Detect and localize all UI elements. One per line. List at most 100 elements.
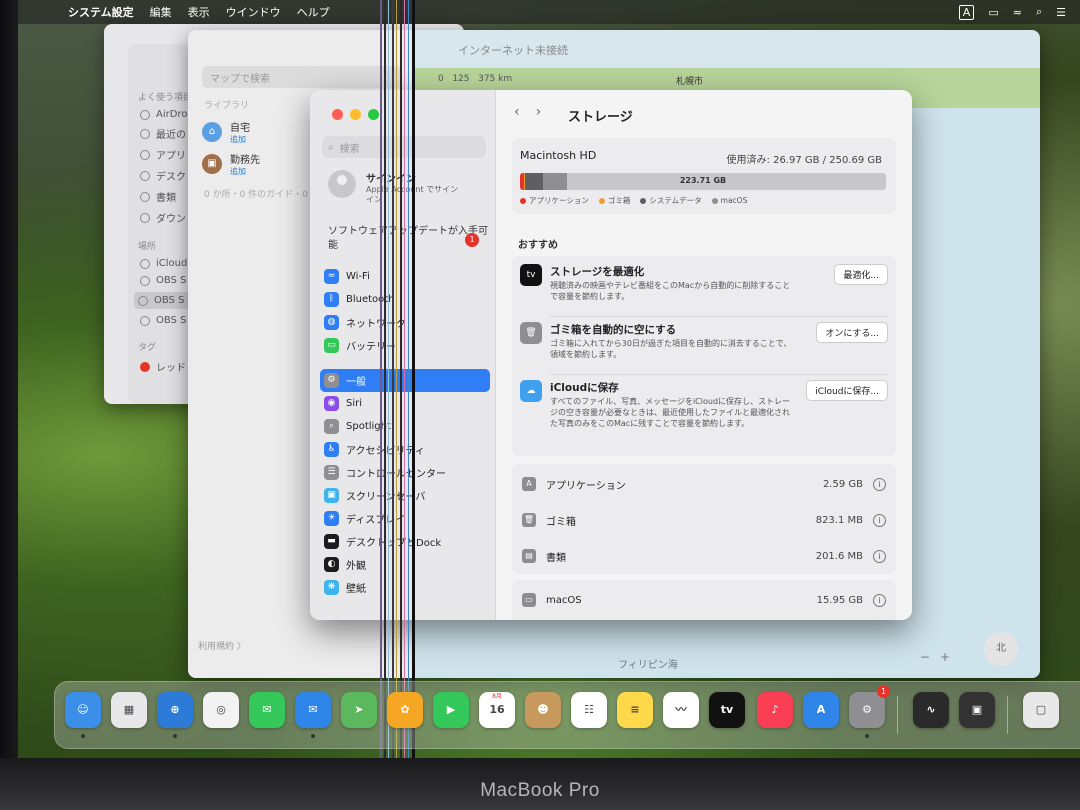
- zoom-out-button[interactable]: −: [920, 650, 930, 664]
- sidebar-item[interactable]: ◐ 外観: [320, 553, 490, 576]
- search-icon: ⌕: [328, 141, 334, 153]
- laptop-brand-label: MacBook Pro: [480, 780, 600, 801]
- sidebar-item[interactable]: ≈ Wi-Fi: [320, 265, 490, 288]
- tv-app-icon[interactable]: tv: [709, 692, 745, 728]
- photos-app-icon[interactable]: ✿: [387, 692, 423, 728]
- photo-booth-app-icon[interactable]: ▣: [959, 692, 995, 728]
- sidebar-item[interactable]: ▣スクリーンセーバ: [320, 484, 490, 507]
- recents-icon: [140, 128, 150, 139]
- recommendation-button[interactable]: オンにする...: [816, 322, 888, 343]
- display-glitch-line: [408, 0, 409, 758]
- display-glitch-line: [396, 0, 397, 758]
- sidebar-item[interactable]: ▬デスクトップとDock: [320, 530, 490, 553]
- category-size: 15.95 GB: [816, 594, 863, 606]
- recommendation-title: iCloudに保存: [550, 382, 619, 394]
- mail-app-icon[interactable]: ✉: [295, 692, 331, 728]
- launchpad-app-icon[interactable]: ▦: [111, 692, 147, 728]
- documents-app-icon[interactable]: ▢: [1023, 692, 1059, 728]
- messages-app-icon[interactable]: ✉: [249, 692, 285, 728]
- apple-tv-icon: tv: [520, 264, 542, 286]
- menu-view[interactable]: 表示: [188, 4, 210, 20]
- category-size: 823.1 MB: [815, 514, 863, 526]
- sidebar-item[interactable]: ⚙ 一般: [320, 369, 490, 392]
- running-indicator: [173, 734, 177, 738]
- maps-search-input[interactable]: マップで検索: [202, 66, 402, 88]
- wifi-icon[interactable]: ≈: [1013, 6, 1022, 19]
- legend-dot: [711, 197, 718, 204]
- menu-help[interactable]: ヘルプ: [297, 4, 330, 20]
- reminders-app-icon[interactable]: ☷: [571, 692, 607, 728]
- safari-app-icon[interactable]: ⊕: [157, 692, 193, 728]
- sidebar-item-label: 壁紙: [346, 584, 366, 595]
- menu-window[interactable]: ウインドウ: [226, 4, 281, 20]
- contacts-app-icon[interactable]: ☻: [525, 692, 561, 728]
- sidebar-item[interactable]: ⌕ Spotlight: [320, 415, 490, 438]
- battery-icon[interactable]: ▭: [988, 6, 998, 19]
- freeform-app-icon[interactable]: 〰: [663, 692, 699, 728]
- display-glitch-line: [388, 0, 389, 758]
- downloads-icon: [140, 212, 150, 223]
- zoom-button[interactable]: [368, 109, 379, 120]
- control-center-icon[interactable]: ☰: [1056, 6, 1066, 19]
- info-icon[interactable]: i: [873, 593, 886, 607]
- storage-category-row[interactable]: A アプリケーション 2.59 GB i: [522, 472, 886, 496]
- documents-icon: ▤: [522, 549, 536, 563]
- recommendation-button[interactable]: iCloudに保存...: [806, 380, 888, 401]
- network-icon: ◍: [324, 315, 339, 330]
- avatar: [328, 170, 356, 198]
- settings-content: ‹ › ストレージ Macintosh HD 使用済み: 26.97 GB / …: [496, 90, 912, 620]
- sidebar-item[interactable]: ☀ ディスプレイ: [320, 507, 490, 530]
- divider: [550, 316, 888, 317]
- info-icon[interactable]: i: [873, 477, 886, 491]
- running-indicator: [81, 734, 85, 738]
- system-settings-app-icon[interactable]: ⚙: [849, 692, 885, 728]
- forward-button[interactable]: ›: [536, 104, 542, 120]
- categories-card-macos: ▭ macOS 15.95 GB i: [512, 580, 896, 620]
- search-icon[interactable]: ⌕: [1036, 5, 1042, 19]
- finder-app-icon[interactable]: ☺: [65, 692, 101, 728]
- info-icon[interactable]: i: [873, 513, 886, 527]
- trash-icon: 🗑: [522, 513, 536, 527]
- zoom-in-button[interactable]: +: [940, 650, 950, 664]
- recommendation-button[interactable]: 最適化...: [834, 264, 888, 285]
- compass-button[interactable]: 北: [984, 632, 1018, 666]
- sidebar-item[interactable]: ᛒ Bluetooth: [320, 288, 490, 311]
- account-signin[interactable]: サインイン Apple Account でサインイン: [328, 170, 466, 205]
- icloud-icon: ☁: [520, 380, 542, 402]
- recommendations-heading: おすすめ: [518, 240, 558, 251]
- info-icon[interactable]: i: [873, 549, 886, 563]
- calendar-month-label: 8月: [492, 693, 502, 700]
- category-name: ゴミ箱: [546, 516, 576, 528]
- display-glitch-line: [404, 0, 405, 758]
- sidebar-item[interactable]: ◍ ネットワーク: [320, 311, 490, 334]
- sidebar-item[interactable]: ♿アクセシビリティ: [320, 438, 490, 461]
- map-scale: 0 125 375 km: [438, 74, 513, 84]
- close-button[interactable]: [332, 109, 343, 120]
- legend-dot: [598, 197, 605, 204]
- storage-category-row[interactable]: ▭ macOS 15.95 GB i: [522, 588, 886, 612]
- siri-icon: ◉: [324, 396, 339, 411]
- storage-category-row[interactable]: ▤ 書類 201.6 MB i: [522, 544, 886, 568]
- map-city-label: 札幌市: [676, 77, 704, 87]
- sidebar-item[interactable]: ❋ 壁紙: [320, 576, 490, 599]
- recommendation-description: ゴミ箱に入れてから30日が過ぎた項目を自動的に消去することで、領域を節約します。: [550, 339, 792, 359]
- storage-category-row[interactable]: 🗑 ゴミ箱 823.1 MB i: [522, 508, 886, 532]
- icloud-icon: [140, 258, 150, 269]
- maps-app-icon[interactable]: ➤: [341, 692, 377, 728]
- maps-terms-link[interactable]: 利用規約 〉: [198, 639, 246, 652]
- sidebar-item[interactable]: ▭ バッテリー: [320, 334, 490, 357]
- chrome-app-icon[interactable]: ◎: [203, 692, 239, 728]
- display-glitch-line: [412, 0, 415, 758]
- activity-monitor-app-icon[interactable]: ∿: [913, 692, 949, 728]
- notes-app-icon[interactable]: ≡: [617, 692, 653, 728]
- app-store-app-icon[interactable]: A: [803, 692, 839, 728]
- menu-edit[interactable]: 編集: [150, 4, 172, 20]
- sidebar-item[interactable]: ☰コントロールセンター: [320, 461, 490, 484]
- back-button[interactable]: ‹: [514, 104, 520, 120]
- minimize-button[interactable]: [350, 109, 361, 120]
- menu-app[interactable]: システム設定: [68, 4, 134, 20]
- music-app-icon[interactable]: ♪: [757, 692, 793, 728]
- facetime-app-icon[interactable]: ▶: [433, 692, 469, 728]
- sidebar-item[interactable]: ◉ Siri: [320, 392, 490, 415]
- input-source-indicator[interactable]: A: [958, 4, 975, 20]
